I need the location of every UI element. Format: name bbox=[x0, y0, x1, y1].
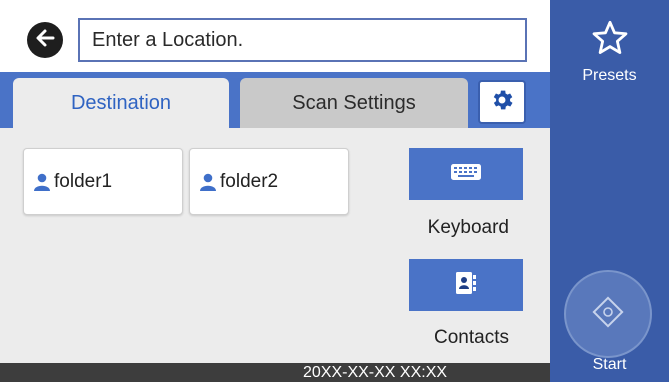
start-diamond-icon bbox=[591, 295, 625, 334]
scan-destination-screen: Destination Scan Settings folder1 bbox=[0, 0, 669, 382]
keyboard-label: Keyboard bbox=[427, 217, 509, 238]
right-panel: Presets Start bbox=[550, 0, 669, 382]
datetime-text: 20XX-XX-XX XX:XX bbox=[302, 364, 448, 381]
folder-button[interactable]: folder2 bbox=[189, 148, 349, 215]
person-icon bbox=[200, 173, 216, 191]
back-arrow-icon bbox=[33, 26, 57, 55]
person-icon bbox=[34, 173, 50, 191]
folder-label: folder2 bbox=[220, 170, 279, 192]
folder-label: folder1 bbox=[54, 170, 113, 192]
contacts-label: Contacts bbox=[434, 327, 509, 348]
star-icon bbox=[591, 20, 629, 61]
contacts-button[interactable] bbox=[409, 259, 523, 311]
settings-gear-button[interactable] bbox=[478, 80, 526, 124]
tab-strip: Destination Scan Settings bbox=[0, 72, 550, 128]
keyboard-button[interactable] bbox=[409, 148, 523, 200]
start-button[interactable] bbox=[564, 270, 652, 358]
keyboard-icon bbox=[451, 163, 481, 185]
gear-icon bbox=[489, 87, 515, 118]
start-label: Start bbox=[592, 356, 627, 373]
folder-button[interactable]: folder1 bbox=[23, 148, 183, 215]
location-input[interactable] bbox=[78, 18, 527, 62]
top-bar bbox=[0, 0, 550, 72]
tab-destination[interactable]: Destination bbox=[13, 78, 229, 128]
destination-panel: folder1 folder2 Keyboard Contacts bbox=[0, 128, 550, 363]
tab-scan-settings[interactable]: Scan Settings bbox=[240, 78, 468, 128]
contacts-book-icon bbox=[455, 271, 477, 300]
back-button[interactable] bbox=[27, 22, 63, 58]
presets-label: Presets bbox=[582, 67, 637, 84]
presets-button[interactable]: Presets bbox=[550, 0, 669, 100]
status-bar: 20XX-XX-XX XX:XX bbox=[0, 363, 550, 382]
